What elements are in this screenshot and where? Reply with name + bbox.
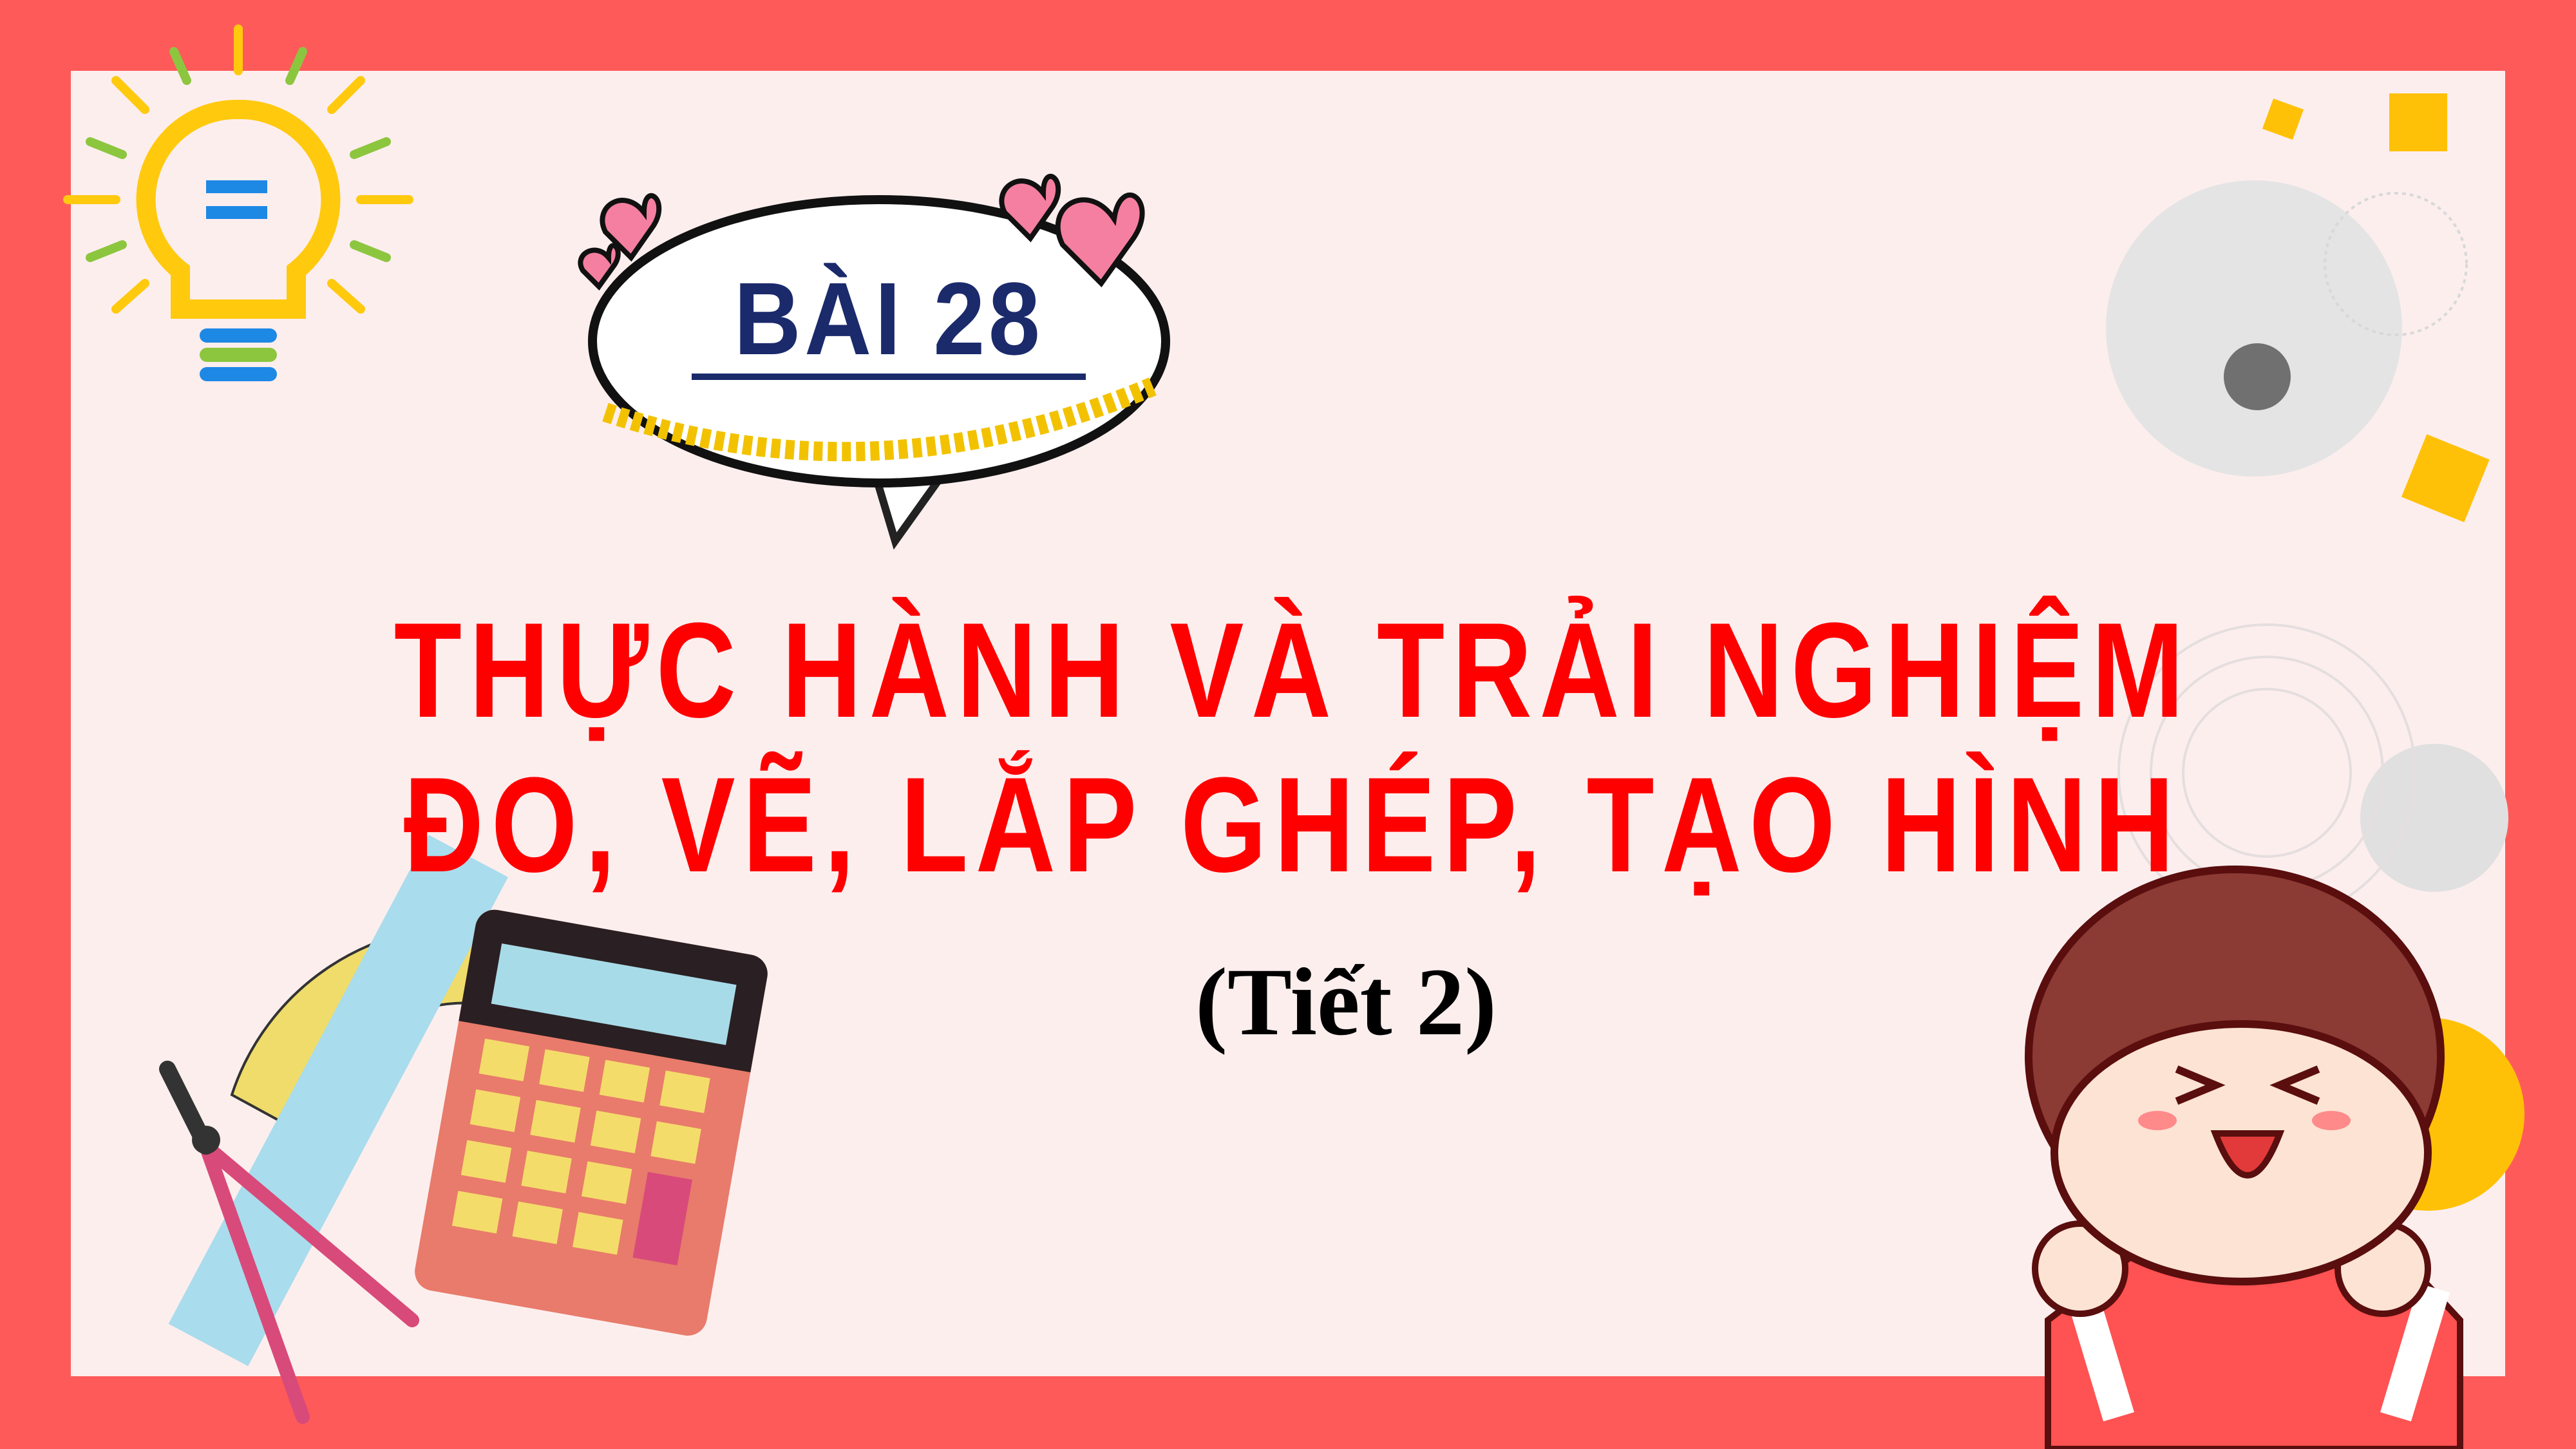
- title-line-2: ĐO, VẼ, LẮP GHÉP, TẠO HÌNH: [403, 749, 2182, 900]
- title-line-1: THỰC HÀNH VÀ TRẢI NGHIỆM: [393, 594, 2192, 746]
- period-label: (Tiết 2): [1195, 949, 1497, 1056]
- lightbulb-icon: [63, 24, 413, 381]
- lesson-number: BÀI 28: [692, 264, 1086, 380]
- math-tools-illustration: [159, 835, 768, 1424]
